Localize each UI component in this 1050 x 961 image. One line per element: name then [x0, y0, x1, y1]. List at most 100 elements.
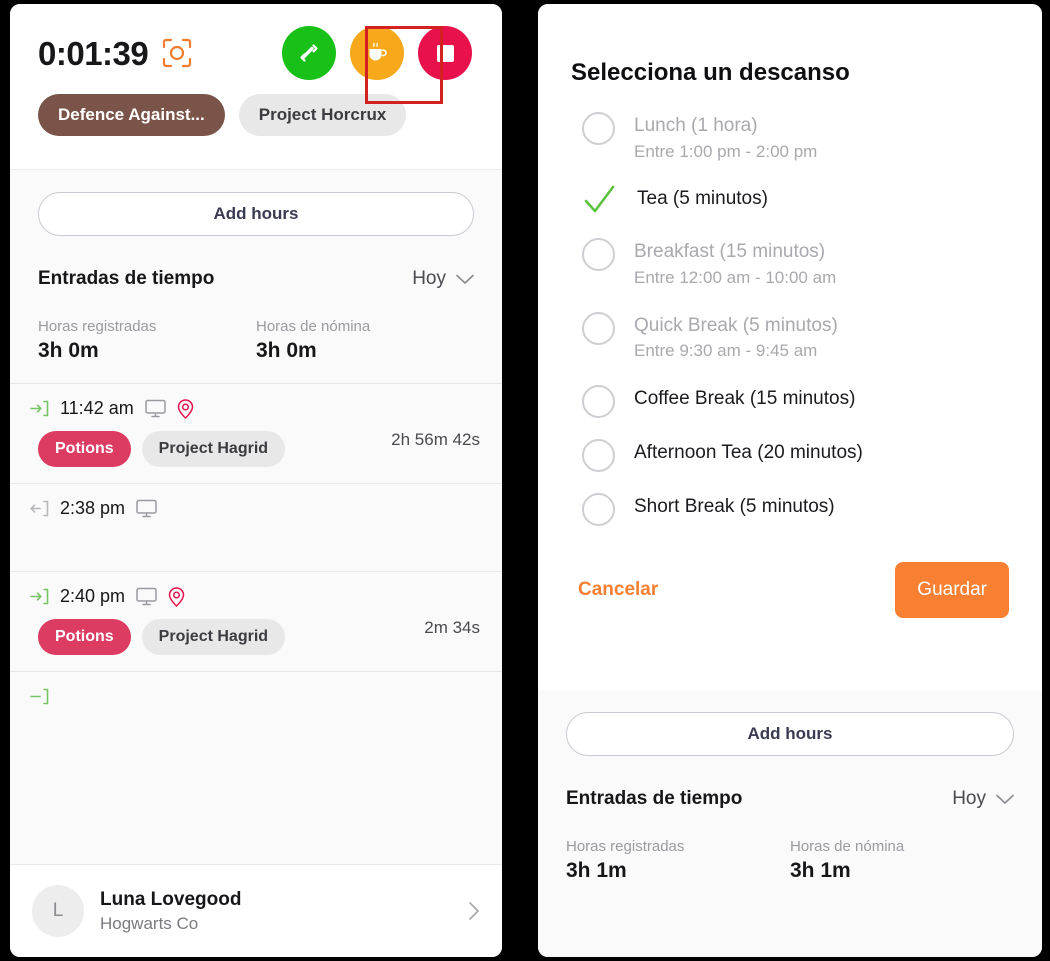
entry-time: [60, 686, 65, 707]
entry-task-chip[interactable]: Potions: [38, 431, 131, 467]
entry-chips: Potions Project Hagrid: [30, 619, 474, 655]
user-name: Luna Lovegood: [100, 888, 242, 910]
entries-range-label: Hoy: [412, 268, 446, 289]
break-texts: Coffee Break (15 minutos): [634, 384, 855, 412]
add-hours-wrap: Add hours: [538, 690, 1042, 756]
monitor-icon: [136, 587, 157, 606]
entries-header: Entradas de tiempo Hoy: [10, 236, 502, 290]
switch-task-button[interactable]: [282, 26, 336, 80]
add-hours-button[interactable]: Add hours: [38, 192, 474, 236]
coffee-cup-icon: [369, 42, 387, 61]
time-entry-list: 11:42 am 2h 56m 42s Potions Project Hagr…: [10, 383, 502, 718]
break-label: Lunch (1 hora): [634, 115, 758, 136]
break-option-tea[interactable]: Tea (5 minutos): [571, 174, 1042, 227]
entry-time: 11:42 am: [60, 398, 134, 418]
break-option-breakfast[interactable]: Breakfast (15 minutos) Entre 12:00 am - …: [571, 227, 1042, 300]
break-texts: Quick Break (5 minutos) Entre 9:30 am - …: [634, 311, 838, 364]
left-panel-body: Add hours Entradas de tiempo Hoy Horas r…: [10, 170, 502, 864]
right-panel-body: Add hours Entradas de tiempo Hoy Horas r…: [538, 690, 1042, 957]
stop-timer-button[interactable]: [418, 26, 472, 80]
radio-unselected-icon[interactable]: [582, 438, 615, 472]
radio-unselected-icon[interactable]: [582, 238, 615, 272]
break-option-afternoon-tea[interactable]: Afternoon Tea (20 minutos): [571, 428, 1042, 482]
monitor-icon: [136, 499, 157, 518]
total-payroll-value: 3h 0m: [256, 339, 317, 362]
monitor-icon: [144, 399, 166, 418]
total-logged-hours: Horas registradas 3h 1m: [566, 838, 790, 883]
dialog-title: Selecciona un descanso: [571, 59, 850, 86]
add-hours-wrap: Add hours: [10, 170, 502, 236]
timer-controls: [282, 26, 480, 80]
table-row[interactable]: 2:38 pm: [10, 483, 502, 571]
switch-arrows-icon: [300, 44, 318, 62]
location-pin-icon: [177, 398, 193, 419]
entries-range-selector[interactable]: Hoy: [412, 268, 474, 290]
total-logged-value: 3h 0m: [38, 339, 99, 362]
entry-project-chip[interactable]: Project Hagrid: [141, 619, 286, 655]
user-meta: Luna Lovegood Hogwarts Co: [100, 889, 241, 934]
break-label: Coffee Break (15 minutos): [634, 387, 856, 409]
table-row[interactable]: 11:42 am 2h 56m 42s Potions Project Hagr…: [10, 383, 502, 483]
total-logged-label: Horas registradas: [38, 318, 157, 335]
entries-totals: Horas registradas 3h 0m Horas de nómina …: [10, 290, 502, 363]
break-texts: Short Break (5 minutos): [634, 492, 835, 520]
entry-duration: 2h 56m 42s: [391, 430, 480, 449]
cancel-button[interactable]: Cancelar: [578, 579, 658, 601]
user-account-bar[interactable]: L Luna Lovegood Hogwarts Co: [10, 864, 502, 957]
entry-project-chip[interactable]: Project Hagrid: [141, 431, 286, 467]
screenshot-frame-icon[interactable]: [162, 38, 192, 68]
take-break-button[interactable]: [350, 26, 404, 80]
entry-task-chip[interactable]: Potions: [38, 619, 131, 655]
active-task-chip[interactable]: Defence Against...: [38, 94, 225, 136]
radio-unselected-icon[interactable]: [582, 311, 615, 345]
save-button[interactable]: Guardar: [895, 561, 1009, 618]
break-texts: Lunch (1 hora) Entre 1:00 pm - 2:00 pm: [634, 111, 817, 164]
clock-in-arrow-icon: [30, 400, 49, 417]
table-row[interactable]: 2:40 pm 2m 34s Potions Project Hagrid: [10, 571, 502, 671]
entries-totals: Horas registradas 3h 1m Horas de nómina …: [538, 810, 1042, 883]
total-payroll-hours: Horas de nómina 3h 1m: [790, 838, 1014, 883]
entry-header-row: 2:40 pm 2m 34s: [30, 586, 480, 637]
break-label: Tea (5 minutos): [637, 188, 768, 210]
check-selected-icon[interactable]: [582, 184, 618, 217]
break-option-quick-break[interactable]: Quick Break (5 minutos) Entre 9:30 am - …: [571, 301, 1042, 374]
break-window: Entre 9:30 am - 9:45 am: [634, 341, 818, 361]
entry-time: 2:40 pm: [60, 586, 126, 606]
break-option-short-break[interactable]: Short Break (5 minutos): [571, 482, 1042, 536]
break-option-coffee-break[interactable]: Coffee Break (15 minutos): [571, 374, 1042, 428]
radio-unselected-icon[interactable]: [582, 112, 615, 145]
select-break-dialog: Selecciona un descanso Lunch (1 hora) En…: [538, 4, 1042, 690]
break-window: Entre 1:00 pm - 2:00 pm: [634, 141, 818, 161]
active-project-chip[interactable]: Project Horcrux: [238, 94, 407, 136]
radio-unselected-icon[interactable]: [582, 492, 615, 526]
radio-unselected-icon[interactable]: [582, 384, 615, 418]
entries-range-label: Hoy: [952, 788, 986, 809]
break-option-lunch[interactable]: Lunch (1 hora) Entre 1:00 pm - 2:00 pm: [571, 101, 1042, 174]
avatar: L: [32, 885, 84, 937]
entries-title: Entradas de tiempo: [566, 788, 743, 809]
break-label: Quick Break (5 minutos): [634, 314, 838, 336]
total-payroll-label: Horas de nómina: [256, 318, 371, 335]
clock-out-arrow-icon: [30, 500, 49, 517]
total-payroll-value: 3h 1m: [790, 859, 851, 882]
timer-header: 0:01:39 Defence Against... Project Horcr…: [10, 4, 502, 170]
user-org: Hogwarts Co: [100, 913, 199, 933]
timer-app-window-left: 0:01:39 Defence Against... Project Horcr…: [10, 4, 502, 957]
chevron-right-icon: [469, 902, 479, 920]
break-window: Entre 12:00 am - 10:00 am: [634, 267, 837, 287]
entry-header-row: [30, 686, 474, 707]
total-logged-label: Horas registradas: [566, 838, 685, 855]
timer-row: 0:01:39: [10, 4, 502, 80]
clock-in-arrow-icon: [30, 688, 49, 705]
timer-value: 0:01:39: [38, 34, 149, 72]
break-label: Breakfast (15 minutos): [634, 241, 826, 263]
stop-square-icon: [436, 44, 454, 62]
table-row-partial[interactable]: [10, 671, 502, 718]
entries-header: Entradas de tiempo Hoy: [538, 756, 1042, 810]
entry-header-row: 11:42 am 2h 56m 42s: [30, 398, 480, 449]
entries-range-selector[interactable]: Hoy: [952, 788, 1014, 810]
dialog-actions: Cancelar Guardar: [538, 536, 1042, 618]
add-hours-button[interactable]: Add hours: [566, 712, 1014, 756]
break-label: Afternoon Tea (20 minutos): [634, 441, 863, 463]
entry-header-row: 2:38 pm: [30, 498, 474, 519]
